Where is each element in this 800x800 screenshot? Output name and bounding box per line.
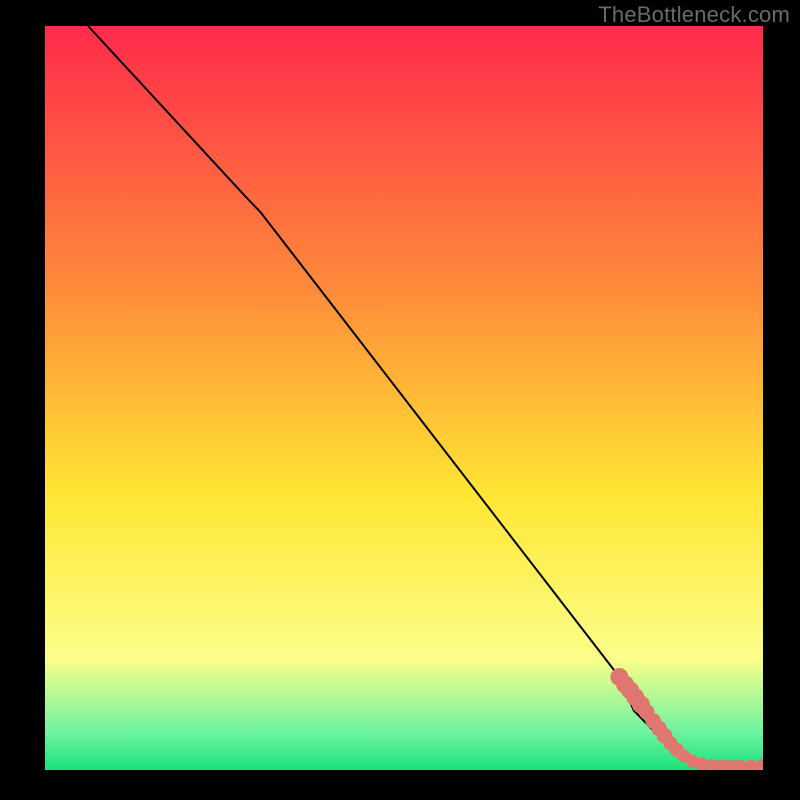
chart-frame: TheBottleneck.com (0, 0, 800, 800)
watermark-text: TheBottleneck.com (598, 2, 790, 28)
plot-area (45, 26, 763, 770)
chart-svg (45, 26, 763, 770)
